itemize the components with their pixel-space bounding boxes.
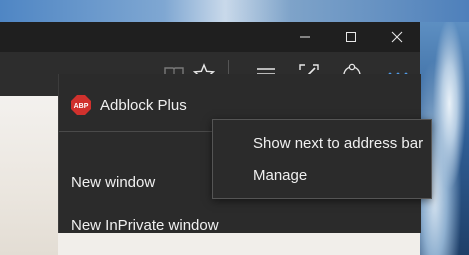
menu-item-new-window[interactable]: New window — [71, 174, 155, 191]
adblock-plus-icon: ABP — [71, 95, 91, 115]
menu-item-label: New InPrivate window — [71, 217, 219, 234]
maximize-button[interactable] — [328, 22, 374, 52]
submenu-item-show-next-to-address-bar[interactable]: Show next to address bar — [253, 135, 423, 152]
adblock-plus-badge-text: ABP — [74, 103, 89, 110]
title-bar — [0, 22, 420, 52]
menu-item-label: New window — [71, 174, 156, 191]
adblock-plus-submenu: Show next to address bar Manage — [212, 119, 432, 199]
menu-item-adblock-plus[interactable]: ABP Adblock Plus — [71, 94, 187, 116]
minimize-button[interactable] — [282, 22, 328, 52]
submenu-item-label: Show next to address bar — [253, 135, 424, 152]
submenu-item-manage[interactable]: Manage — [253, 167, 307, 184]
menu-divider — [59, 131, 214, 132]
menu-item-new-inprivate-window[interactable]: New InPrivate window — [71, 217, 219, 234]
close-button[interactable] — [374, 22, 420, 52]
page-background — [0, 96, 58, 255]
adblock-plus-label: Adblock Plus — [100, 96, 187, 114]
close-icon — [391, 31, 403, 43]
maximize-icon — [346, 32, 356, 42]
minimize-icon — [300, 36, 310, 38]
submenu-item-label: Manage — [253, 167, 308, 184]
desktop-wallpaper-top — [0, 0, 469, 22]
